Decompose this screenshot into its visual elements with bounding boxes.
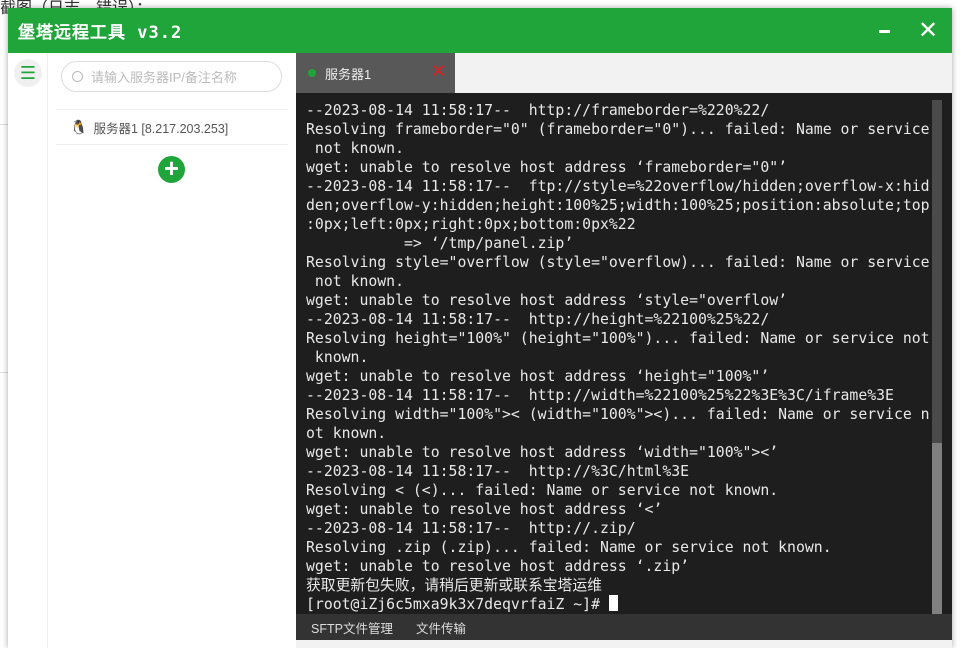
search-placeholder: 请输入服务器IP/备注名称 [91,70,237,85]
tab-label: 服务器1 [325,66,372,82]
close-button[interactable]: ✕ [918,16,938,45]
terminal-line: wget: unable to resolve host address ‘.z… [306,558,690,575]
terminal-line: Resolving height="100%" (height="100%").… [306,330,930,347]
scrollbar-thumb[interactable] [932,443,942,614]
terminal-line: :0px;left:0px;right:0px;bottom:0px%22 [306,216,636,233]
terminal-line: --2023-08-14 11:58:17-- http://height=%2… [306,311,770,328]
terminal-line: Resolving width="100%">< (width="100%"><… [306,406,930,423]
file-transfer-button[interactable]: 文件传输 [416,618,466,637]
list-menu-icon[interactable]: ☰ [14,59,42,87]
terminal-line: --2023-08-14 11:58:17-- http://%3C/html%… [306,463,690,480]
terminal-line: wget: unable to resolve host address ‘wi… [306,444,779,461]
terminal-line: --2023-08-14 11:58:17-- ftp://style=%22o… [306,178,930,195]
shell-prompt: [root@iZj6c5mxa9k3x7deqvrfaiZ ~]# [306,596,609,613]
terminal-line: Resolving .zip (.zip)... failed: Name or… [306,539,832,556]
terminal-line: Resolving style="overflow (style="overfl… [306,254,930,271]
terminal-line: wget: unable to resolve host address ‘st… [306,292,788,309]
server-list-item[interactable]: 🐧 服务器1 [8.217.203.253] [56,109,288,145]
terminal-line: wget: unable to resolve host address ‘he… [306,368,770,385]
terminal-line: wget: unable to resolve host address ‘<’ [306,501,663,518]
tab-server1[interactable]: 服务器1 ✕ [296,53,455,93]
terminal-line: ot known. [306,425,387,442]
linux-penguin-icon: 🐧 [70,118,88,135]
terminal-line: --2023-08-14 11:58:17-- http://width=%22… [306,387,894,404]
terminal-lines: --2023-08-14 11:58:17-- http://framebord… [306,101,930,614]
terminal-scrollbar[interactable] [932,100,942,614]
terminal-line: --2023-08-14 11:58:17-- http://.zip/ [306,520,636,537]
minimize-button[interactable] [879,30,890,33]
terminal-pane: 服务器1 ✕ --2023-08-14 11:58:17-- http://fr… [296,53,952,648]
terminal-line: Resolving < (<)... failed: Name or servi… [306,482,779,499]
terminal-line: not known. [306,140,404,157]
terminal-line: not known. [306,273,404,290]
app-window: 堡塔远程工具 v3.2 ✕ ☰ 请输入服务器IP/备注名称 🐧 服务器1 [8.… [8,8,952,648]
server-label: 服务器1 [8.217.203.253] [93,121,229,136]
left-rail: ☰ [8,53,48,648]
terminal-line: Resolving frameborder="0" (frameborder="… [306,121,930,138]
sftp-button[interactable]: SFTP文件管理 [311,618,393,637]
window-title: 堡塔远程工具 v3.2 [18,23,183,43]
title-bar[interactable]: 堡塔远程工具 v3.2 [8,8,952,53]
background-divider [0,372,8,373]
terminal-prompt-line: [root@iZj6c5mxa9k3x7deqvrfaiZ ~]# [306,595,930,614]
background-divider [0,124,8,125]
terminal-line: wget: unable to resolve host address ‘fr… [306,159,788,176]
server-sidebar: 请输入服务器IP/备注名称 🐧 服务器1 [8.217.203.253] + [48,53,296,648]
add-server-button[interactable]: + [158,155,185,183]
terminal-line: --2023-08-14 11:58:17-- http://framebord… [306,102,770,119]
terminal-line: 获取更新包失败，请稍后更新或联系宝塔运维 [306,577,602,594]
terminal-line: known. [306,349,369,366]
search-icon [72,71,83,82]
terminal-output[interactable]: --2023-08-14 11:58:17-- http://framebord… [296,93,952,614]
close-tab-icon[interactable]: ✕ [431,61,446,82]
terminal-cursor [608,595,618,611]
server-search-input[interactable]: 请输入服务器IP/备注名称 [61,61,282,92]
terminal-line: => ‘/tmp/panel.zip’ [306,235,574,252]
bottom-toolbar: SFTP文件管理 文件传输 [296,614,952,640]
terminal-line: den;overflow-y:hidden;height:100%25;widt… [306,197,930,214]
connected-status-icon [308,69,316,77]
